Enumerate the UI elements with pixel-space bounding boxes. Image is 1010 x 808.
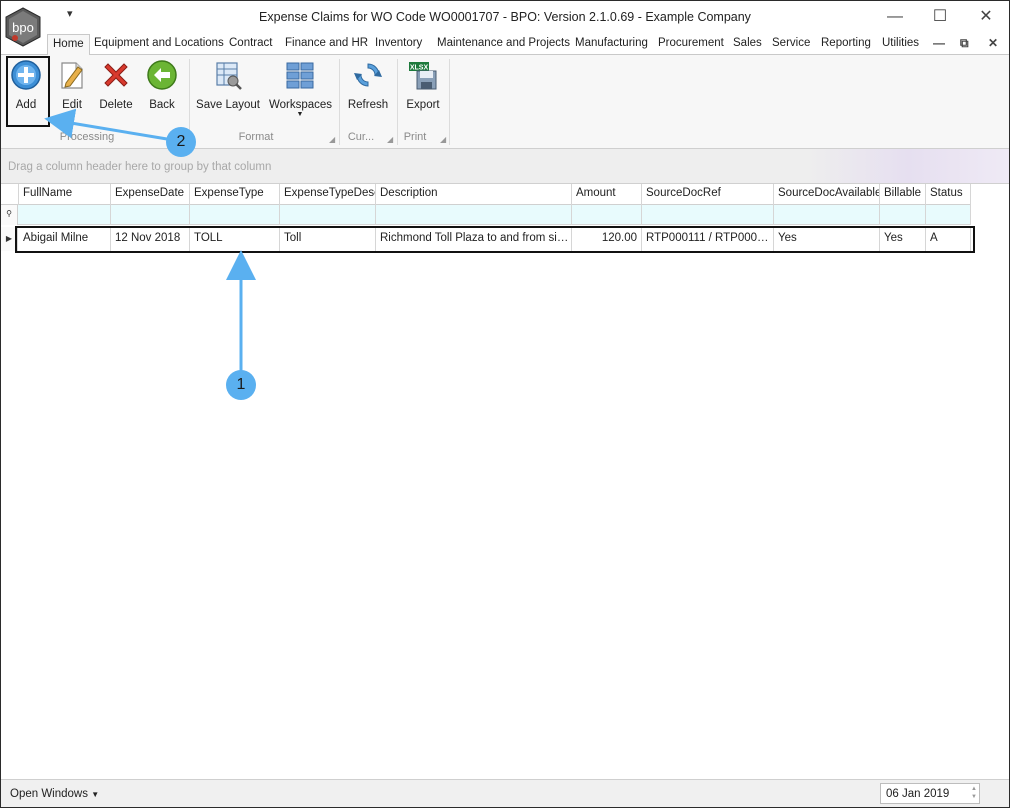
callout-2: 2 <box>166 127 196 157</box>
annotation-arrows <box>44 108 256 371</box>
callout-2-arrow <box>44 108 168 141</box>
callout-1: 1 <box>226 370 256 400</box>
app-window: bpo ▾ Expense Claims for WO Code WO00017… <box>0 0 1010 808</box>
